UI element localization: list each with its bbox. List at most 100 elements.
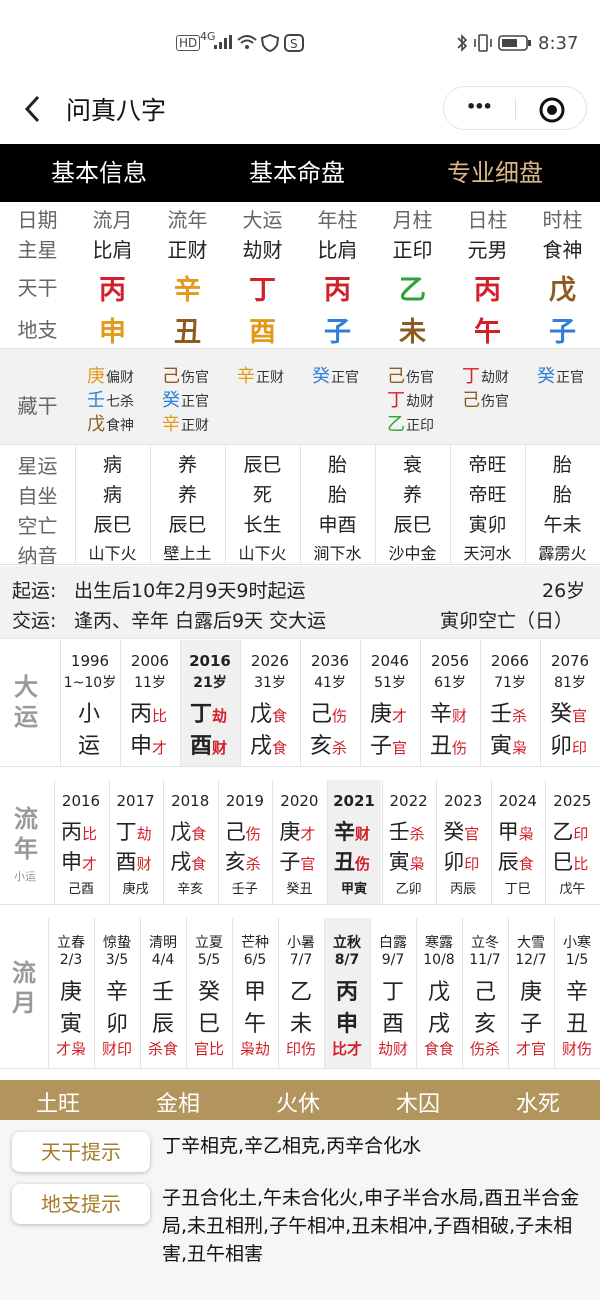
tab-professional-chart[interactable]: 专业细盘 bbox=[447, 158, 543, 188]
close-target-icon[interactable] bbox=[538, 96, 566, 124]
liuyue-stem[interactable]: 壬 bbox=[140, 974, 186, 1006]
extra-cell: 养 bbox=[402, 484, 422, 506]
liuyue-branch[interactable]: 午 bbox=[232, 1006, 278, 1038]
liuyue-branch[interactable]: 卯 bbox=[94, 1006, 140, 1038]
tiangan-tip-button[interactable]: 天干提示 bbox=[12, 1132, 150, 1172]
liuyue-stem[interactable]: 癸 bbox=[186, 974, 232, 1006]
pillar-star: 正印 bbox=[392, 238, 433, 262]
extra-cell: 胎 bbox=[327, 454, 347, 476]
liuyue-stem[interactable]: 庚 bbox=[508, 974, 554, 1006]
dayun-stem[interactable]: 庚才 bbox=[370, 696, 407, 728]
dizhi-tip-button[interactable]: 地支提示 bbox=[12, 1184, 150, 1224]
liuyue-section: 流月 立春 2/3 庚寅才枭 惊蛰 3/5 辛卯财印 清明 4/4 壬辰杀食 立夏 5/5 癸巳官比 芒… bbox=[0, 918, 600, 1068]
liunian-stem[interactable]: 壬杀 bbox=[389, 816, 425, 846]
liunian-branch[interactable]: 戌食 bbox=[170, 846, 206, 876]
liunian-stem[interactable]: 己伤 bbox=[225, 816, 261, 846]
liuyue-stem[interactable]: 丁 bbox=[370, 974, 416, 1006]
dayun-age: 41岁 bbox=[314, 675, 346, 691]
liuyue-stem[interactable]: 辛 bbox=[94, 974, 140, 1006]
row-label-date: 日期 bbox=[17, 208, 58, 232]
liuyue-branch[interactable]: 巳 bbox=[186, 1006, 232, 1038]
dayun-branch-char: 运 bbox=[78, 734, 101, 759]
liunian-branch[interactable]: 丑伤 bbox=[334, 846, 370, 876]
liuyue-branch[interactable]: 子 bbox=[508, 1006, 554, 1038]
dayun-branch[interactable]: 亥杀 bbox=[310, 728, 347, 760]
jiaoyun-label: 交运: bbox=[12, 610, 57, 632]
dayun-branch-god: 印 bbox=[572, 739, 588, 757]
dayun-branch[interactable]: 运 bbox=[78, 728, 100, 760]
liuyue-stem[interactable]: 庚 bbox=[48, 974, 94, 1006]
dayun-branch[interactable]: 子官 bbox=[370, 728, 407, 760]
title-bar: 问真八字 ••• bbox=[0, 86, 600, 144]
dayun-branch[interactable]: 丑伤 bbox=[430, 728, 467, 760]
liuyue-branch[interactable]: 辰 bbox=[140, 1006, 186, 1038]
liuyue-branch[interactable]: 戌 bbox=[416, 1006, 462, 1038]
liuyue-stem[interactable]: 乙 bbox=[278, 974, 324, 1006]
liuyue-stem[interactable]: 辛 bbox=[554, 974, 600, 1006]
dayun-stem[interactable]: 癸官 bbox=[550, 696, 587, 728]
liunian-branch[interactable]: 亥杀 bbox=[225, 846, 261, 876]
hidden-stems-label: 藏干 bbox=[17, 394, 58, 418]
extra-cell: 寅卯 bbox=[468, 514, 507, 536]
liunian-stem-god: 比 bbox=[82, 825, 98, 843]
dayun-stem-god: 才 bbox=[392, 707, 408, 725]
liuyue-stem[interactable]: 丙 bbox=[324, 974, 370, 1006]
signal-icon bbox=[214, 35, 232, 49]
pillar-star: 比肩 bbox=[92, 238, 133, 262]
liuyue-stem[interactable]: 己 bbox=[462, 974, 508, 1006]
liunian-stem[interactable]: 庚才 bbox=[279, 816, 315, 846]
liuyue-branch[interactable]: 寅 bbox=[48, 1006, 94, 1038]
liuyue-date: 12/7 bbox=[515, 952, 547, 968]
liunian-stem[interactable]: 戊食 bbox=[170, 816, 206, 846]
liunian-stem[interactable]: 辛财 bbox=[334, 816, 370, 846]
extra-cell: 山下火 bbox=[88, 544, 137, 563]
liunian-stem[interactable]: 乙印 bbox=[552, 816, 588, 846]
dayun-branch[interactable]: 卯印 bbox=[550, 728, 587, 760]
liuyue-tag: 劫财 bbox=[377, 1040, 408, 1058]
liuyue-branch[interactable]: 未 bbox=[278, 1006, 324, 1038]
extra-cell: 养 bbox=[177, 454, 197, 476]
dayun-stem[interactable]: 己伤 bbox=[310, 696, 347, 728]
liunian-stem-god: 伤 bbox=[245, 825, 261, 843]
dayun-stem[interactable]: 壬杀 bbox=[490, 696, 527, 728]
liuyue-branch[interactable]: 申 bbox=[324, 1006, 370, 1038]
dayun-stem[interactable]: 小 bbox=[78, 696, 100, 728]
dayun-stem[interactable]: 丙比 bbox=[130, 696, 167, 728]
dayun-stem[interactable]: 辛财 bbox=[430, 696, 467, 728]
dayun-branch[interactable]: 寅枭 bbox=[490, 728, 527, 760]
dayun-branch[interactable]: 酉财 bbox=[190, 728, 227, 760]
more-button[interactable]: ••• bbox=[466, 97, 493, 116]
dayun-stem[interactable]: 丁劫 bbox=[190, 696, 227, 728]
liunian-branch-char: 巳 bbox=[552, 850, 574, 874]
liunian-branch[interactable]: 卯印 bbox=[443, 846, 479, 876]
liunian-branch[interactable]: 酉财 bbox=[116, 846, 152, 876]
liunian-branch[interactable]: 巳比 bbox=[552, 846, 588, 876]
tab-basic-info[interactable]: 基本信息 bbox=[51, 158, 147, 188]
liuyue-branch[interactable]: 丑 bbox=[554, 1006, 600, 1038]
liuyue-tag: 才官 bbox=[515, 1040, 546, 1058]
liuyue-stem[interactable]: 甲 bbox=[232, 974, 278, 1006]
liunian-branch[interactable]: 申才 bbox=[61, 846, 97, 876]
back-icon[interactable] bbox=[22, 94, 44, 124]
liuyue-stem[interactable]: 戊 bbox=[416, 974, 462, 1006]
liunian-stem[interactable]: 甲枭 bbox=[498, 816, 534, 846]
tab-basic-chart[interactable]: 基本命盘 bbox=[249, 158, 345, 188]
liunian-stem-char: 戊 bbox=[170, 820, 192, 844]
dayun-branch[interactable]: 申才 bbox=[130, 728, 167, 760]
liunian-stem[interactable]: 癸官 bbox=[443, 816, 479, 846]
xiaoyun-value: 丙辰 bbox=[450, 882, 477, 897]
liuyue-branch[interactable]: 亥 bbox=[462, 1006, 508, 1038]
liuyue-branch[interactable]: 酉 bbox=[370, 1006, 416, 1038]
dayun-branch[interactable]: 戌食 bbox=[250, 728, 287, 760]
liunian-branch[interactable]: 子官 bbox=[279, 846, 315, 876]
pillar-branch: 子 bbox=[549, 317, 576, 348]
section-divider bbox=[0, 564, 600, 565]
hidden-stem-item: 戊食神 bbox=[87, 410, 134, 436]
liunian-stem[interactable]: 丙比 bbox=[61, 816, 97, 846]
dayun-stem-char: 丙 bbox=[130, 702, 153, 727]
pillar-star: 食神 bbox=[542, 238, 583, 262]
liunian-stem[interactable]: 丁劫 bbox=[116, 816, 152, 846]
dayun-stem[interactable]: 戊食 bbox=[250, 696, 287, 728]
liunian-branch[interactable]: 寅枭 bbox=[389, 846, 425, 876]
liunian-branch[interactable]: 辰食 bbox=[498, 846, 534, 876]
